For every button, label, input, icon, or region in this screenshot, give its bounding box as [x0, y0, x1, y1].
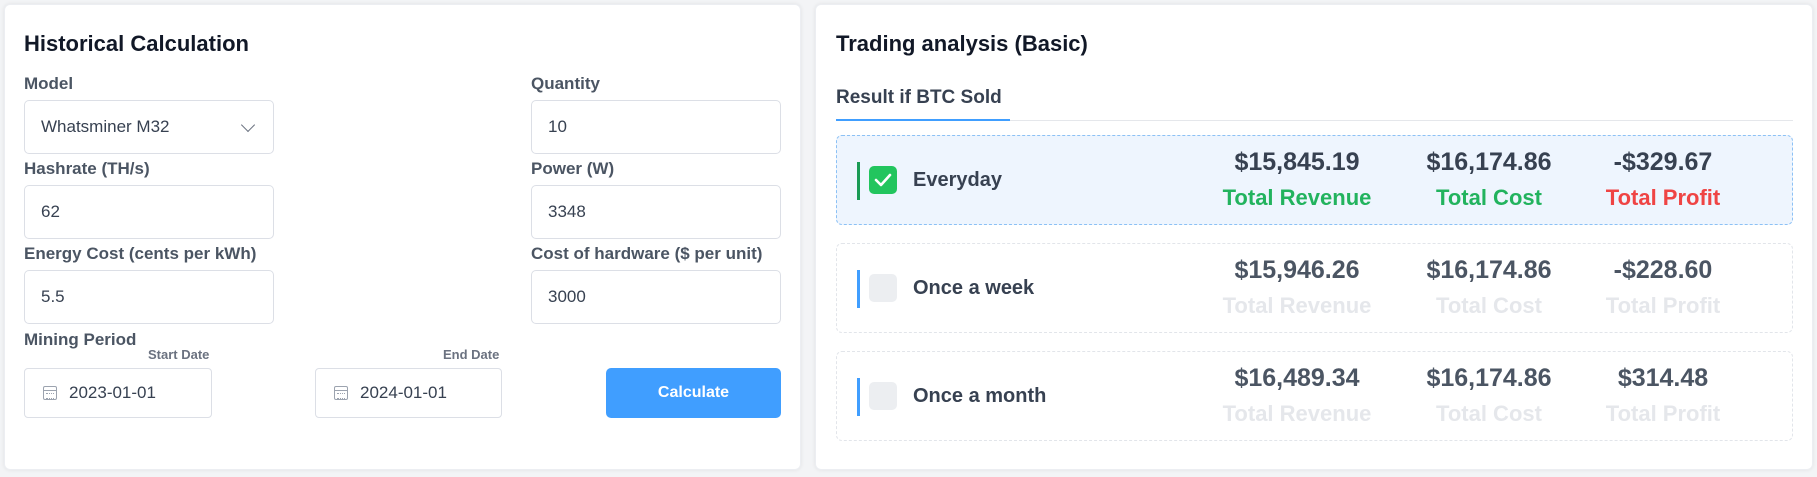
hardware-cost-value: 3000: [548, 287, 586, 306]
total-profit-stat: -$228.60 Total Profit: [1563, 254, 1763, 326]
hashrate-label: Hashrate (TH/s): [24, 159, 150, 178]
option-card-everyday[interactable]: Everyday $15,845.19 Total Revenue $16,17…: [836, 135, 1793, 225]
start-date-label: Start Date: [148, 347, 210, 362]
option-checkbox[interactable]: [869, 274, 897, 302]
option-checkbox[interactable]: [869, 382, 897, 410]
model-select[interactable]: Whatsminer M32: [24, 100, 274, 154]
calendar-icon: [334, 386, 348, 400]
total-revenue-stat: $16,489.34 Total Revenue: [1197, 362, 1397, 434]
total-profit-stat: $314.48 Total Profit: [1563, 362, 1763, 434]
total-revenue-stat: $15,845.19 Total Revenue: [1197, 146, 1397, 218]
total-profit-caption: Total Profit: [1605, 401, 1721, 426]
option-label: Once a month: [913, 385, 1047, 407]
power-label: Power (W): [531, 159, 615, 178]
hardware-cost-input[interactable]: 3000: [531, 270, 781, 324]
end-date-label: End Date: [443, 347, 500, 362]
quantity-input[interactable]: 10: [531, 100, 781, 154]
energy-cost-value: 5.5: [41, 287, 65, 306]
total-cost-value: $16,174.86: [1426, 256, 1552, 284]
start-date-value: 2023-01-01: [69, 383, 156, 402]
total-cost-stat: $16,174.86 Total Cost: [1389, 146, 1589, 218]
energy-cost-input[interactable]: 5.5: [24, 270, 274, 324]
power-value: 3348: [548, 202, 586, 221]
total-profit-value: -$228.60: [1613, 256, 1713, 284]
card-accent-bar: [857, 270, 860, 308]
total-cost-value: $16,174.86: [1426, 148, 1552, 176]
total-cost-caption: Total Cost: [1436, 401, 1542, 426]
total-revenue-value: $16,489.34: [1234, 364, 1360, 392]
total-revenue-caption: Total Revenue: [1222, 293, 1372, 318]
calculate-button[interactable]: Calculate: [606, 368, 781, 418]
calendar-icon: [43, 386, 57, 400]
total-revenue-caption: Total Revenue: [1222, 185, 1372, 210]
hashrate-value: 62: [41, 202, 60, 221]
total-profit-caption: Total Profit: [1605, 293, 1721, 318]
total-profit-value: $314.48: [1617, 364, 1709, 392]
total-cost-stat: $16,174.86 Total Cost: [1389, 362, 1589, 434]
quantity-value: 10: [548, 117, 567, 136]
end-date-value: 2024-01-01: [360, 383, 447, 402]
end-date-input[interactable]: 2024-01-01: [315, 368, 502, 418]
total-profit-stat: -$329.67 Total Profit: [1563, 146, 1763, 218]
total-cost-value: $16,174.86: [1426, 364, 1552, 392]
total-cost-stat: $16,174.86 Total Cost: [1389, 254, 1589, 326]
total-cost-caption: Total Cost: [1436, 185, 1542, 210]
hardware-cost-label: Cost of hardware ($ per unit): [531, 244, 763, 263]
tab-result-if-btc-sold[interactable]: Result if BTC Sold: [836, 87, 1002, 109]
power-input[interactable]: 3348: [531, 185, 781, 239]
option-label: Everyday: [913, 169, 1002, 191]
historical-calculation-title: Historical Calculation: [24, 31, 249, 56]
card-accent-bar: [857, 378, 860, 416]
option-card-once-a-week[interactable]: Once a week $15,946.26 Total Revenue $16…: [836, 243, 1793, 333]
trading-analysis-title: Trading analysis (Basic): [836, 31, 1088, 56]
option-label: Once a week: [913, 277, 1035, 299]
start-date-input[interactable]: 2023-01-01: [24, 368, 212, 418]
active-tab-indicator: [836, 119, 1010, 121]
total-cost-caption: Total Cost: [1436, 293, 1542, 318]
chevron-down-icon: [240, 117, 256, 133]
quantity-label: Quantity: [531, 74, 600, 93]
model-select-value: Whatsminer M32: [41, 117, 170, 136]
hashrate-input[interactable]: 62: [24, 185, 274, 239]
check-icon: [874, 173, 892, 187]
total-revenue-stat: $15,946.26 Total Revenue: [1197, 254, 1397, 326]
option-card-once-a-month[interactable]: Once a month $16,489.34 Total Revenue $1…: [836, 351, 1793, 441]
total-revenue-caption: Total Revenue: [1222, 401, 1372, 426]
energy-cost-label: Energy Cost (cents per kWh): [24, 244, 257, 263]
total-revenue-value: $15,845.19: [1234, 148, 1360, 176]
total-profit-value: -$329.67: [1613, 148, 1713, 176]
mining-period-label: Mining Period: [24, 330, 137, 349]
option-checkbox[interactable]: [869, 166, 897, 194]
total-profit-caption: Total Profit: [1605, 185, 1721, 210]
card-accent-bar: [857, 162, 860, 200]
model-label: Model: [24, 74, 74, 93]
total-revenue-value: $15,946.26: [1234, 256, 1360, 284]
